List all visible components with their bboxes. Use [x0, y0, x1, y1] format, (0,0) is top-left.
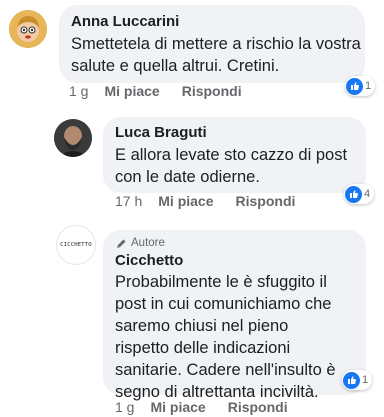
- author-badge: Autore: [116, 237, 165, 249]
- comment-author[interactable]: Cicchetto: [115, 252, 183, 269]
- reactions-badge[interactable]: 1: [345, 76, 376, 96]
- comment-text: Probabilmente le è sfuggito il post in c…: [115, 273, 336, 401]
- thumbs-up-icon: [345, 185, 362, 203]
- comment-actions: 17 h Mi piace Rispondi: [115, 193, 317, 209]
- comment-actions: 1 g Mi piace Rispondi: [69, 83, 264, 99]
- comment-author[interactable]: Luca Braguti: [115, 124, 207, 141]
- reply-button[interactable]: Rispondi: [182, 83, 242, 99]
- like-button[interactable]: Mi piace: [150, 399, 205, 415]
- like-button[interactable]: Mi piace: [158, 193, 213, 209]
- avatar-illustration-icon: [9, 10, 47, 48]
- reply-button[interactable]: Rispondi: [236, 193, 296, 209]
- comment-actions: 1 g Mi piace Rispondi: [115, 399, 310, 415]
- reactions-badge[interactable]: 1: [342, 370, 373, 390]
- pencil-icon: [117, 239, 126, 248]
- comment-thread: Anna Luccarini Smettetela di mettere a r…: [0, 0, 384, 417]
- comment-text: E allora levate sto cazzo di post con le…: [115, 146, 348, 186]
- comment-text: Smettetela di mettere a rischio la vostr…: [71, 35, 361, 75]
- page-logo: CICCHETTO: [60, 242, 92, 248]
- timestamp[interactable]: 17 h: [115, 193, 142, 209]
- thumbs-up-icon: [343, 371, 360, 389]
- avatar-cicchetto[interactable]: CICCHETTO: [56, 225, 96, 265]
- comment-author[interactable]: Anna Luccarini: [71, 13, 179, 30]
- like-button[interactable]: Mi piace: [104, 83, 159, 99]
- avatar-photo-icon: [54, 119, 92, 157]
- avatar-luca[interactable]: [54, 119, 92, 157]
- avatar-anna[interactable]: [9, 10, 47, 48]
- reactions-badge[interactable]: 4: [344, 184, 375, 204]
- timestamp[interactable]: 1 g: [115, 399, 134, 415]
- reply-button[interactable]: Rispondi: [228, 399, 288, 415]
- timestamp[interactable]: 1 g: [69, 83, 88, 99]
- thumbs-up-icon: [346, 77, 363, 95]
